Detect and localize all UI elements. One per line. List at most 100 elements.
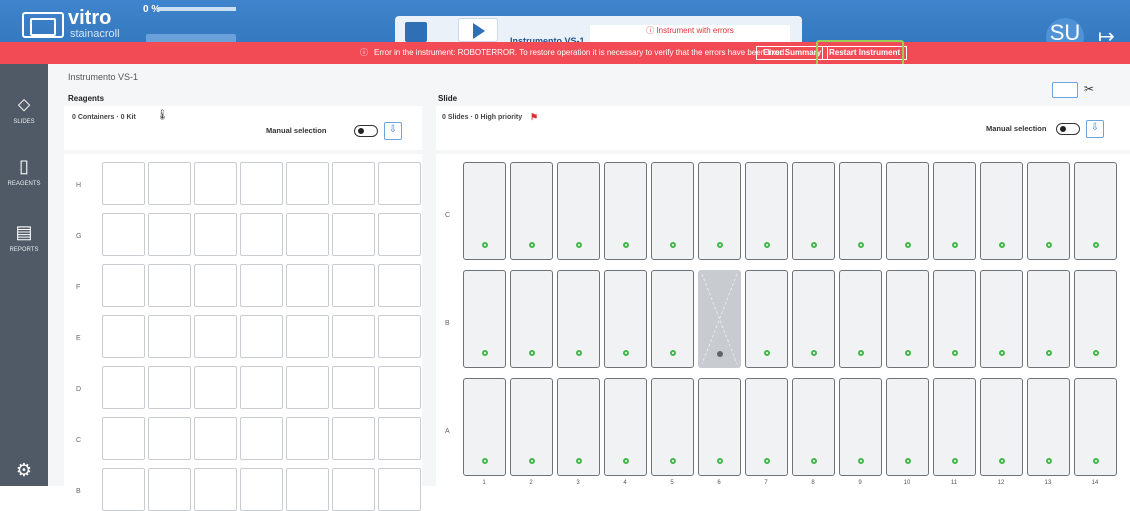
reagent-slot[interactable] <box>332 315 375 358</box>
reagent-slot[interactable] <box>102 366 145 409</box>
reagent-slot[interactable] <box>378 417 421 460</box>
reagent-slot[interactable] <box>102 213 145 256</box>
slide-slot[interactable] <box>745 162 788 260</box>
reagent-slot[interactable] <box>240 417 283 460</box>
slide-slot[interactable] <box>933 162 976 260</box>
reagent-slot[interactable] <box>378 162 421 205</box>
slide-slot[interactable] <box>980 378 1023 476</box>
reagent-slot[interactable] <box>286 468 329 511</box>
reagent-slot[interactable] <box>148 213 191 256</box>
reagent-slot[interactable] <box>378 468 421 511</box>
slide-slot[interactable] <box>557 270 600 368</box>
reagent-slot[interactable] <box>102 468 145 511</box>
reagent-slot[interactable] <box>148 366 191 409</box>
slide-slot[interactable] <box>604 162 647 260</box>
slide-slot[interactable] <box>792 270 835 368</box>
reagent-slot[interactable] <box>286 366 329 409</box>
sidebar-item-reagents[interactable]: ▯ REAGENTS <box>0 156 48 187</box>
reagent-slot[interactable] <box>240 162 283 205</box>
reagent-slot[interactable] <box>378 264 421 307</box>
tools-icon[interactable]: ✂ <box>1084 82 1104 98</box>
slide-slot[interactable] <box>792 162 835 260</box>
reagent-slot[interactable] <box>194 162 237 205</box>
download-button[interactable]: ⇩ <box>1086 120 1104 138</box>
reagent-slot[interactable] <box>240 213 283 256</box>
slide-slot[interactable] <box>1074 270 1117 368</box>
slide-slot[interactable] <box>510 378 553 476</box>
slide-slot[interactable] <box>839 270 882 368</box>
slide-slot[interactable] <box>463 270 506 368</box>
reagent-slot[interactable] <box>332 213 375 256</box>
manual-selection-toggle[interactable] <box>1056 123 1080 135</box>
slide-slot[interactable] <box>792 378 835 476</box>
reagent-slot[interactable] <box>378 315 421 358</box>
slide-slot[interactable] <box>886 162 929 260</box>
slide-slot[interactable] <box>980 270 1023 368</box>
reagent-slot[interactable] <box>332 162 375 205</box>
reagent-slot[interactable] <box>286 315 329 358</box>
slide-slot[interactable] <box>510 270 553 368</box>
reagent-slot[interactable] <box>194 264 237 307</box>
stop-button[interactable] <box>405 22 427 42</box>
slide-slot[interactable] <box>886 378 929 476</box>
slide-slot[interactable] <box>933 270 976 368</box>
slide-slot[interactable] <box>933 378 976 476</box>
slide-slot[interactable] <box>980 162 1023 260</box>
slide-slot[interactable] <box>651 270 694 368</box>
reagent-slot[interactable] <box>332 264 375 307</box>
reagent-slot[interactable] <box>102 264 145 307</box>
reagent-slot[interactable] <box>194 366 237 409</box>
reagent-slot[interactable] <box>194 468 237 511</box>
manual-selection-toggle[interactable] <box>354 125 378 137</box>
reagent-slot[interactable] <box>240 264 283 307</box>
slide-slot[interactable] <box>463 378 506 476</box>
slide-slot[interactable] <box>698 378 741 476</box>
reagent-slot[interactable] <box>286 417 329 460</box>
reagent-slot[interactable] <box>102 162 145 205</box>
slide-slot[interactable] <box>1027 378 1070 476</box>
slide-slot[interactable] <box>1074 378 1117 476</box>
reagent-slot[interactable] <box>102 315 145 358</box>
slide-slot[interactable] <box>1027 162 1070 260</box>
reagent-slot[interactable] <box>378 213 421 256</box>
collapse-all-button[interactable] <box>1052 82 1078 98</box>
play-button[interactable] <box>458 18 498 42</box>
sidebar-item-slides[interactable]: ⬦ SLIDES <box>0 94 48 125</box>
reagent-slot[interactable] <box>286 264 329 307</box>
slide-slot[interactable] <box>604 378 647 476</box>
reagent-slot[interactable] <box>378 366 421 409</box>
reagent-slot[interactable] <box>102 417 145 460</box>
reagent-slot[interactable] <box>194 315 237 358</box>
slide-slot[interactable] <box>1074 162 1117 260</box>
reagent-slot[interactable] <box>332 417 375 460</box>
reagent-slot[interactable] <box>240 366 283 409</box>
slide-slot[interactable] <box>604 270 647 368</box>
reagent-slot[interactable] <box>286 162 329 205</box>
slide-slot[interactable] <box>839 162 882 260</box>
slide-slot[interactable] <box>745 270 788 368</box>
slide-slot[interactable] <box>557 378 600 476</box>
reagent-slot[interactable] <box>286 213 329 256</box>
slide-slot[interactable] <box>651 162 694 260</box>
reagent-slot[interactable] <box>148 315 191 358</box>
slide-slot[interactable] <box>557 162 600 260</box>
sidebar-item-reports[interactable]: ▤ REPORTS <box>0 222 48 253</box>
download-button[interactable]: ⇩ <box>384 122 402 140</box>
reagent-slot[interactable] <box>148 417 191 460</box>
reagent-slot[interactable] <box>194 417 237 460</box>
sidebar-item-settings[interactable]: ⚙ <box>0 460 48 481</box>
reagent-slot[interactable] <box>240 315 283 358</box>
slide-slot[interactable] <box>839 378 882 476</box>
reagent-slot[interactable] <box>148 468 191 511</box>
slide-slot[interactable] <box>1027 270 1070 368</box>
slide-slot[interactable] <box>510 162 553 260</box>
reagent-slot[interactable] <box>332 366 375 409</box>
slide-slot-disabled[interactable] <box>698 270 741 368</box>
slide-slot[interactable] <box>698 162 741 260</box>
reagent-slot[interactable] <box>332 468 375 511</box>
slide-slot[interactable] <box>886 270 929 368</box>
slide-slot[interactable] <box>463 162 506 260</box>
reagent-slot[interactable] <box>148 162 191 205</box>
slide-slot[interactable] <box>745 378 788 476</box>
reagent-slot[interactable] <box>148 264 191 307</box>
